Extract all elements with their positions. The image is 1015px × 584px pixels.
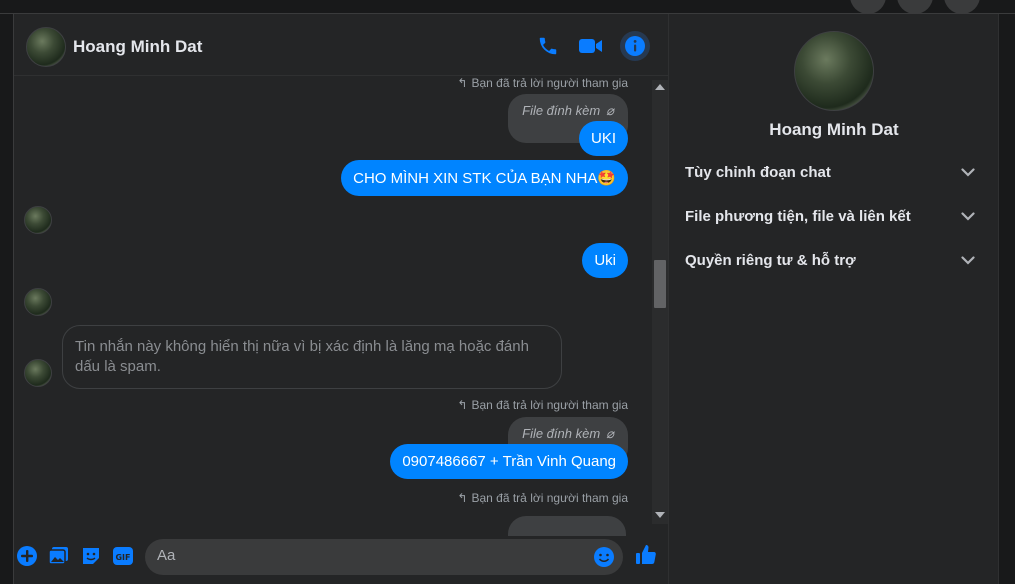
gif-icon[interactable]: GIF [111, 544, 135, 568]
section-customize-chat[interactable]: Tùy chỉnh đoạn chat [685, 160, 975, 184]
conversation-info-panel: Hoang Minh Dat Tùy chỉnh đoạn chat File … [668, 14, 998, 584]
message-scrollbar[interactable] [652, 80, 668, 524]
image-icon[interactable] [47, 544, 71, 568]
chevron-down-icon [961, 164, 975, 181]
sticker-icon[interactable] [79, 544, 103, 568]
contact-name[interactable]: Hoang Minh Dat [73, 37, 202, 57]
top-action-button[interactable] [944, 0, 980, 14]
section-label: Tùy chỉnh đoạn chat [685, 163, 831, 181]
reply-note-text: Bạn đã trả lời người tham gia [471, 491, 628, 505]
info-icon[interactable] [620, 31, 650, 61]
phone-icon[interactable] [535, 33, 561, 59]
window-top-bar [0, 0, 1015, 14]
attachment-label: File đính kèm [522, 103, 601, 118]
reply-note-text: Bạn đã trả lời người tham gia [471, 398, 628, 412]
reply-note-text: Bạn đã trả lời người tham gia [471, 76, 628, 90]
scrollbar-thumb[interactable] [654, 260, 666, 308]
scroll-down-arrow-icon[interactable] [655, 512, 665, 518]
top-action-button[interactable] [897, 0, 933, 14]
contact-avatar-small[interactable] [24, 359, 52, 387]
top-action-button[interactable] [850, 0, 886, 14]
contact-avatar[interactable] [26, 27, 66, 67]
section-media-files-links[interactable]: File phương tiện, file và liên kết [685, 204, 975, 228]
message-input[interactable] [157, 547, 577, 564]
message-input-container[interactable] [145, 539, 623, 575]
chevron-down-icon [961, 252, 975, 269]
chat-header: Hoang Minh Dat [14, 14, 668, 76]
window-scrollbar[interactable] [998, 14, 1015, 584]
removed-message-notice: Tin nhắn này không hiển thị nữa vì bị xá… [62, 325, 562, 389]
reply-arrow-icon: ↰ [457, 491, 468, 505]
outgoing-message[interactable]: Uki [582, 243, 628, 278]
section-label: File phương tiện, file và liên kết [685, 207, 911, 225]
emoji-icon[interactable] [593, 546, 615, 568]
add-icon[interactable] [15, 544, 39, 568]
attachment-bubble-partial[interactable] [508, 516, 626, 536]
outgoing-message[interactable]: UKI [578, 121, 628, 156]
paperclip-icon: ⌀ [606, 103, 614, 118]
reply-note: ↰ Bạn đã trả lời người tham gia [457, 76, 628, 90]
message-composer: GIF [14, 534, 668, 584]
attachment-label: File đính kèm [522, 426, 601, 441]
chevron-down-icon [961, 208, 975, 225]
message-list[interactable]: ↰ Bạn đã trả lời người tham gia File đín… [14, 76, 652, 536]
paperclip-icon: ⌀ [606, 426, 614, 441]
section-label: Quyền riêng tư & hỗ trợ [685, 251, 856, 269]
profile-name[interactable]: Hoang Minh Dat [669, 120, 999, 140]
outgoing-message[interactable]: 0907486667 + Trần Vinh Quang [390, 444, 628, 479]
outgoing-message[interactable]: CHO MÌNH XIN STK CỦA BẠN NHA🤩 [341, 160, 628, 196]
reply-note: ↰ Bạn đã trả lời người tham gia [457, 398, 628, 412]
like-icon[interactable] [633, 542, 659, 568]
contact-avatar-small[interactable] [24, 288, 52, 316]
scroll-up-arrow-icon[interactable] [655, 84, 665, 90]
section-privacy-support[interactable]: Quyền riêng tư & hỗ trợ [685, 248, 975, 272]
chat-panel: Hoang Minh Dat ↰ Bạn đã trả lời người th… [14, 14, 668, 584]
reply-note: ↰ Bạn đã trả lời người tham gia [457, 491, 628, 505]
left-sidebar-edge [0, 14, 14, 584]
contact-avatar-small[interactable] [24, 206, 52, 234]
svg-text:GIF: GIF [115, 553, 130, 562]
video-camera-icon[interactable] [578, 33, 604, 59]
profile-avatar[interactable] [794, 31, 874, 111]
reply-arrow-icon: ↰ [457, 76, 468, 90]
reply-arrow-icon: ↰ [457, 398, 468, 412]
